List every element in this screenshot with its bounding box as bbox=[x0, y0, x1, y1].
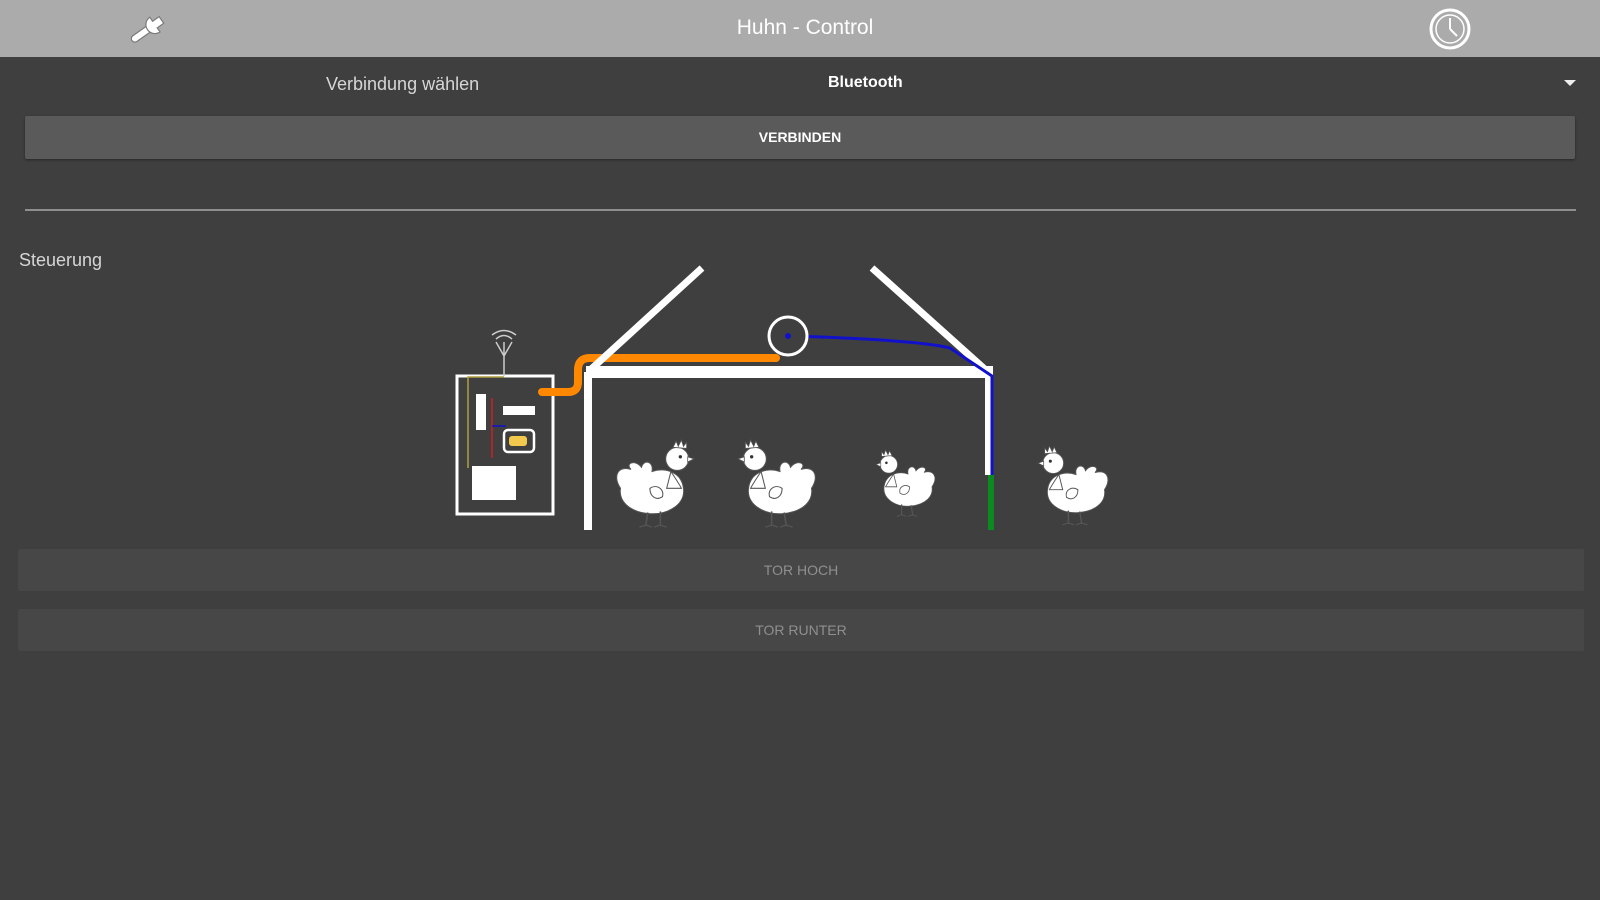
schedule-button[interactable] bbox=[1424, 6, 1476, 52]
dropdown-arrow-icon bbox=[1564, 80, 1576, 86]
app-bar: Huhn - Control bbox=[0, 0, 1600, 57]
coop-diagram bbox=[455, 265, 1109, 530]
app-title: Huhn - Control bbox=[736, 16, 874, 39]
control-box bbox=[455, 329, 555, 516]
connection-type-value: Bluetooth bbox=[828, 74, 903, 91]
hen-illustration bbox=[1037, 445, 1109, 526]
connection-row: Verbindung wählen Bluetooth bbox=[0, 58, 1600, 114]
divider bbox=[25, 209, 1576, 211]
clock-icon bbox=[1429, 8, 1471, 50]
hen-illustration bbox=[615, 439, 695, 528]
door-up-button[interactable]: TOR HOCH bbox=[18, 549, 1584, 591]
connect-button[interactable]: VERBINDEN bbox=[25, 116, 1575, 159]
door-down-button[interactable]: TOR RUNTER bbox=[18, 609, 1584, 651]
connection-label: Verbindung wählen bbox=[326, 74, 480, 94]
connection-type-select[interactable]: Bluetooth bbox=[800, 64, 1580, 104]
control-section-label: Steuerung bbox=[19, 250, 103, 270]
hen-illustration bbox=[737, 439, 817, 528]
hen-illustration bbox=[875, 449, 936, 518]
